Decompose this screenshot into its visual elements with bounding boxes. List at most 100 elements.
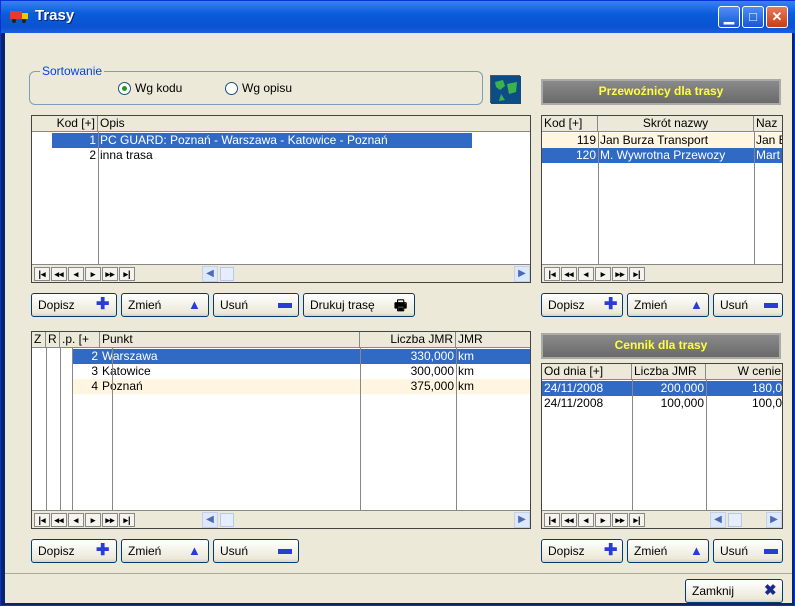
scroll-thumb[interactable] [220, 513, 234, 527]
cell-unit: km [458, 349, 474, 363]
scroll-thumb[interactable] [728, 513, 742, 527]
delete-carrier-button[interactable]: Usuń [713, 293, 783, 317]
prev-record-button[interactable]: ◂ [68, 513, 84, 527]
col-price[interactable]: W cenie [706, 364, 782, 380]
cell-code: 120 [575, 148, 596, 162]
pricing-grid[interactable]: Od dnia [+] Liczba JMR W cenie 24/11/200… [541, 363, 783, 529]
routes-grid[interactable]: Kod [+] Opis 1 PC GUARD: Poznań - Warsza… [31, 115, 531, 283]
col-short-name[interactable]: Skrót nazwy [598, 116, 754, 132]
sort-by-desc-label[interactable]: Wg opisu [242, 81, 292, 95]
next-record-button[interactable]: ▸ [85, 267, 101, 281]
cell-qty: 200,000 [660, 381, 704, 395]
points-header: Z R .p. [+ Punkt Liczba JMR JMR [32, 332, 530, 348]
edit-carrier-button[interactable]: Zmień ▲ [627, 293, 709, 317]
add-label: Dopisz [548, 544, 585, 558]
scroll-thumb[interactable] [220, 267, 234, 281]
scroll-right-button[interactable]: ▶ [766, 512, 782, 528]
table-row[interactable]: 119 Jan Burza Transport Jan B [542, 133, 782, 148]
last-record-button[interactable]: ▸| [119, 267, 135, 281]
first-record-button[interactable]: |◂ [544, 267, 560, 281]
next-page-button[interactable]: ▸▸ [102, 513, 118, 527]
prev-page-button[interactable]: ◂◂ [51, 513, 67, 527]
close-window-button[interactable]: ✕ [766, 6, 788, 28]
table-row[interactable]: 24/11/2008 200,000 180,0 [542, 381, 782, 396]
sort-by-code-radio[interactable] [118, 82, 131, 95]
last-record-button[interactable]: ▸| [119, 513, 135, 527]
col-qty[interactable]: Liczba JMR [632, 364, 706, 380]
prev-record-button[interactable]: ◂ [68, 267, 84, 281]
close-button[interactable]: Zamknij ✖ [685, 579, 783, 603]
add-point-button[interactable]: Dopisz ✚ [31, 539, 117, 563]
next-page-button[interactable]: ▸▸ [612, 267, 628, 281]
carriers-grid[interactable]: Kod [+] Skrót nazwy Naz 119 Jan Burza Tr… [541, 115, 783, 283]
cell-name: Mart [756, 148, 780, 162]
delete-point-button[interactable]: Usuń [213, 539, 299, 563]
prev-record-button[interactable]: ◂ [578, 513, 594, 527]
col-date[interactable]: Od dnia [+] [542, 364, 632, 380]
print-route-button[interactable]: Drukuj trasę 🖶 [303, 293, 415, 317]
scroll-right-button[interactable]: ▶ [514, 512, 530, 528]
prev-page-button[interactable]: ◂◂ [561, 267, 577, 281]
truck-icon [9, 8, 29, 24]
table-row[interactable]: 2 inna trasa [52, 148, 472, 163]
globe-icon [490, 75, 521, 104]
col-point[interactable]: Punkt [100, 332, 360, 348]
col-qty[interactable]: Liczba JMR [360, 332, 456, 348]
col-desc[interactable]: Opis [98, 116, 530, 132]
col-code[interactable]: Kod [+] [32, 116, 98, 132]
add-label: Dopisz [38, 298, 75, 312]
col-code[interactable]: Kod [+] [542, 116, 598, 132]
divider [5, 573, 792, 574]
prev-page-button[interactable]: ◂◂ [561, 513, 577, 527]
col-name[interactable]: Naz [754, 116, 782, 132]
table-row[interactable]: 24/11/2008 100,000 100,0 [542, 396, 782, 411]
next-record-button[interactable]: ▸ [85, 513, 101, 527]
sort-by-code-label[interactable]: Wg kodu [135, 81, 182, 95]
minimize-button[interactable]: ▁ [718, 6, 740, 28]
add-carrier-button[interactable]: Dopisz ✚ [541, 293, 623, 317]
col-z[interactable]: Z [32, 332, 46, 348]
minus-icon [278, 303, 292, 308]
edit-label: Zmień [128, 544, 162, 558]
table-row[interactable]: 120 M. Wywrotna Przewozy Mart [542, 148, 782, 163]
points-grid[interactable]: Z R .p. [+ Punkt Liczba JMR JMR 2 Warsza… [31, 331, 531, 529]
table-row[interactable]: 3 Katowice 300,000 km [72, 364, 530, 379]
cell-code: 1 [89, 133, 96, 147]
edit-label: Zmień [128, 298, 162, 312]
last-record-button[interactable]: ▸| [629, 267, 645, 281]
cell-date: 24/11/2008 [544, 381, 604, 395]
col-lp[interactable]: .p. [+ [60, 332, 100, 348]
col-unit[interactable]: JMR [456, 332, 530, 348]
scroll-left-button[interactable]: ◀ [202, 266, 218, 282]
next-record-button[interactable]: ▸ [595, 267, 611, 281]
delete-route-button[interactable]: Usuń [213, 293, 299, 317]
next-page-button[interactable]: ▸▸ [612, 513, 628, 527]
cell-price: 180,0 [751, 381, 782, 395]
sort-by-desc-radio[interactable] [225, 82, 238, 95]
first-record-button[interactable]: |◂ [34, 513, 50, 527]
scroll-left-button[interactable]: ◀ [202, 512, 218, 528]
scroll-right-button[interactable]: ▶ [514, 266, 530, 282]
table-row[interactable]: 4 Poznań 375,000 km [72, 379, 530, 394]
delete-price-button[interactable]: Usuń [713, 539, 783, 563]
first-record-button[interactable]: |◂ [34, 267, 50, 281]
add-price-button[interactable]: Dopisz ✚ [541, 539, 623, 563]
next-record-button[interactable]: ▸ [595, 513, 611, 527]
last-record-button[interactable]: ▸| [629, 513, 645, 527]
prev-page-button[interactable]: ◂◂ [51, 267, 67, 281]
add-route-button[interactable]: Dopisz ✚ [31, 293, 117, 317]
prev-record-button[interactable]: ◂ [578, 267, 594, 281]
table-row[interactable]: 2 Warszawa 330,000 km [72, 349, 530, 364]
edit-price-button[interactable]: Zmień ▲ [627, 539, 709, 563]
edit-point-button[interactable]: Zmień ▲ [121, 539, 209, 563]
col-r[interactable]: R [46, 332, 60, 348]
minus-icon [764, 303, 778, 308]
title-bar[interactable]: Trasy ▁ □ ✕ [1, 1, 795, 33]
scroll-left-button[interactable]: ◀ [710, 512, 726, 528]
first-record-button[interactable]: |◂ [544, 513, 560, 527]
carriers-navbar: |◂ ◂◂ ◂ ▸ ▸▸ ▸| [542, 264, 782, 282]
table-row[interactable]: 1 PC GUARD: Poznań - Warszawa - Katowice… [52, 133, 472, 148]
next-page-button[interactable]: ▸▸ [102, 267, 118, 281]
maximize-button[interactable]: □ [742, 6, 764, 28]
edit-route-button[interactable]: Zmień ▲ [121, 293, 209, 317]
